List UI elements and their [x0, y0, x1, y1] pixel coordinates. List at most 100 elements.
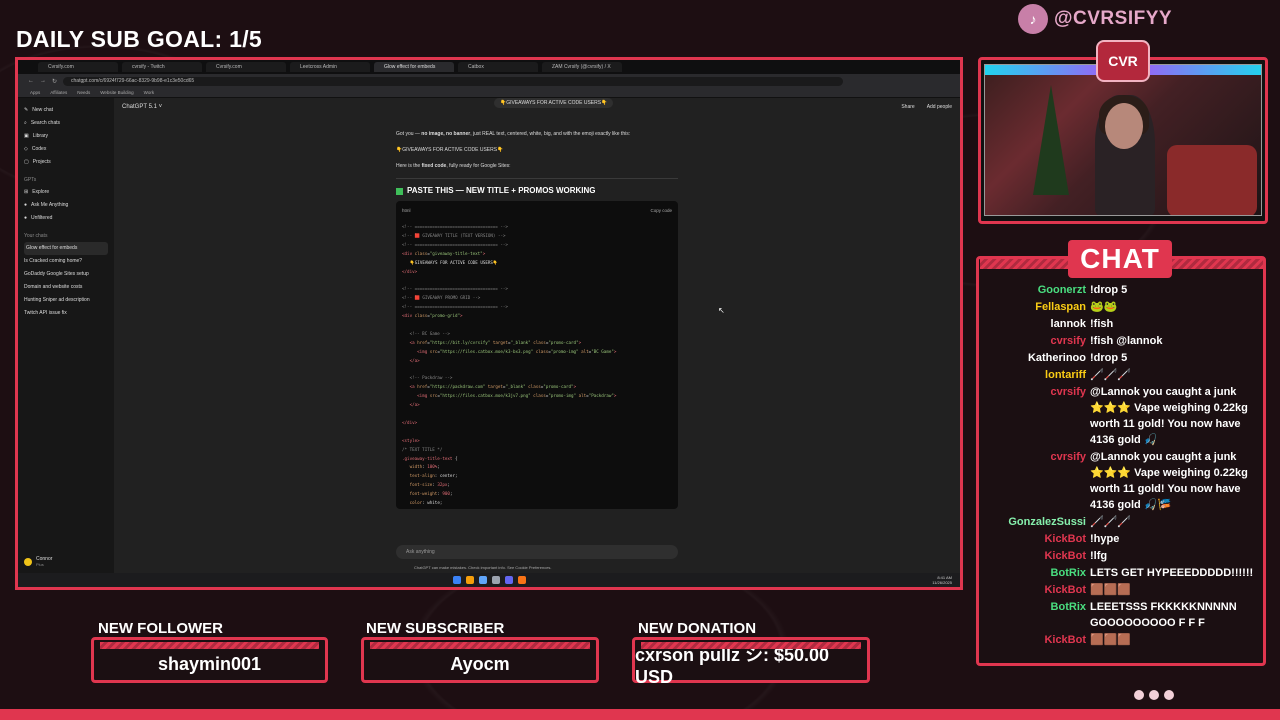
chat-text: 🦯🦯🦯 — [1090, 369, 1132, 381]
chat-messages: Goonerzt !drop 5 Fellaspan 🐸🐸 lannok !fish cvr… — [980, 282, 1264, 654]
browser-tab[interactable]: Catbox — [458, 62, 538, 72]
gaming-chair — [1167, 145, 1257, 215]
chat-username[interactable]: BotRix — [980, 565, 1090, 581]
chat-history-item[interactable]: Is Cracked coming home? — [24, 255, 108, 268]
chevron-down-icon[interactable]: ˅ — [157, 104, 163, 110]
chat-username[interactable]: KickBot — [980, 632, 1090, 648]
browser-tab[interactable]: Cvrsify.com — [38, 62, 118, 72]
chat-message: KickBot 🟫🟫🟫 — [980, 582, 1264, 598]
search-chats-button[interactable]: ⌕ Search chats — [24, 117, 108, 130]
explore-button[interactable]: ⊞ Explore — [24, 186, 108, 199]
text: Got you — — [396, 131, 422, 137]
response-fixed: Here is the fixed code, fully ready for … — [396, 162, 678, 170]
chat-text: !fish @lannok — [1090, 335, 1163, 347]
browser-tab[interactable]: cvrsify - Twitch — [122, 62, 202, 72]
app-icon[interactable] — [517, 576, 526, 584]
follower-name: shaymin001 — [157, 653, 262, 674]
chat-message: cvrsify !fish @lannok — [980, 333, 1264, 349]
chat-username[interactable]: cvrsify — [980, 449, 1090, 513]
clock: 8:41 AM 11/26/2025 — [932, 575, 952, 585]
add-people-button[interactable]: Add people — [927, 104, 952, 110]
chat-text: !hype — [1090, 533, 1120, 545]
bold-text: fixed code — [421, 163, 447, 169]
chat-username[interactable]: Goonerzt — [980, 282, 1090, 298]
chat-message: lontariff 🦯🦯🦯 — [980, 367, 1264, 383]
chat-username[interactable]: cvrsify — [980, 333, 1090, 349]
screen-capture: Cvrsify.com cvrsify - Twitch Cvrsify.com… — [15, 57, 963, 590]
gpt-ask-me-anything[interactable]: ● Ask Me Anything — [24, 199, 108, 212]
library-button[interactable]: ▣ Library — [24, 130, 108, 143]
file-explorer-icon[interactable] — [491, 576, 500, 584]
code-header: html Copy code — [402, 207, 672, 215]
projects-button[interactable]: ▢ Projects — [24, 156, 108, 169]
chat-message: BotRix LETS GET HYPEEEDDDDD!!!!!! — [980, 565, 1264, 581]
follower-label: NEW FOLLOWER — [98, 620, 223, 637]
chat-username[interactable]: Fellaspan — [980, 299, 1090, 315]
bookmark[interactable]: Needs — [77, 90, 90, 95]
forward-icon[interactable]: → — [40, 78, 46, 84]
folder-icon: ▢ — [24, 159, 29, 165]
avatar — [24, 557, 32, 566]
streamer-face — [1105, 103, 1143, 149]
code-language: html — [402, 208, 411, 213]
steam-icon[interactable] — [478, 576, 487, 584]
chrome-icon[interactable] — [465, 576, 474, 584]
chatgpt-app: ✎ New chat ⌕ Search chats ▣ Library ◇ Codex … — [18, 98, 960, 573]
chat-history-item[interactable]: GoDaddy Google Sites setup — [24, 268, 108, 281]
chat-username[interactable]: KickBot — [980, 548, 1090, 564]
codex-icon: ◇ — [24, 146, 28, 152]
bookmark[interactable]: Affiliates — [50, 90, 67, 95]
chat-history-item[interactable]: Glow effect for embeds — [24, 242, 108, 255]
back-icon[interactable]: ← — [28, 78, 34, 84]
new-chat-button[interactable]: ✎ New chat — [24, 104, 108, 117]
bookmark[interactable]: Work — [144, 90, 154, 95]
chat-text: 🐸🐸 — [1090, 301, 1118, 313]
chat-username[interactable]: KickBot — [980, 582, 1090, 598]
browser-tab[interactable]: ZAM Cvrsify (@cvrsify) / X — [542, 62, 622, 72]
chat-username[interactable]: lannok — [980, 316, 1090, 332]
chat-username[interactable]: KickBot — [980, 531, 1090, 547]
gpt-label: Ask Me Anything — [31, 202, 69, 208]
emoji-line: 👇GIVEAWAYS FOR ACTIVE CODE USERS👇 — [396, 147, 504, 153]
copy-code-button[interactable]: Copy code — [650, 207, 672, 215]
codex-button[interactable]: ◇ Codex — [24, 143, 108, 156]
bold-text: no image, no banner — [421, 131, 471, 137]
chat-history-item[interactable]: Twitch API issue fix — [24, 307, 108, 320]
browser-tab[interactable]: Leetcross Admin — [290, 62, 370, 72]
chat-message: lannok !fish — [980, 316, 1264, 332]
chat-username[interactable]: Katherinoo — [980, 350, 1090, 366]
browser-tab[interactable]: Cvrsify.com — [206, 62, 286, 72]
assistant-response: Got you — no image, no banner, just REAL… — [396, 130, 678, 509]
chat-username[interactable]: BotRix — [980, 599, 1090, 631]
bookmark[interactable]: Website Building — [100, 90, 133, 95]
webcam-feed — [984, 64, 1262, 216]
library-label: Library — [32, 133, 49, 139]
browser-tab-active[interactable]: Glow effect for embeds — [374, 62, 454, 72]
windows-start-icon[interactable] — [452, 576, 461, 584]
chat-main: ChatGPT 5.1 ˅ Share Add people 👇GIVEAWAY… — [114, 98, 960, 573]
projects-label: Projects — [32, 159, 51, 165]
discord-icon[interactable] — [504, 576, 513, 584]
donation-box: cxrson pullz シ: $50.00 USD — [632, 637, 870, 687]
chat-history-item[interactable]: Hunting Sniper ad description — [24, 294, 108, 307]
bottom-strip — [0, 709, 1280, 720]
chat-username[interactable]: GonzalezSussi — [980, 514, 1090, 530]
prompt-input[interactable]: Ask anything — [396, 545, 678, 559]
chat-username[interactable]: cvrsify — [980, 384, 1090, 448]
search-icon: ⌕ — [24, 120, 27, 126]
windows-taskbar: 8:41 AM 11/26/2025 — [18, 573, 960, 587]
search-label: Search chats — [30, 120, 60, 126]
user-profile[interactable]: Connor Plus — [24, 556, 52, 567]
chat-history-item[interactable]: Domain and website costs — [24, 281, 108, 294]
follower-box: shaymin001 — [91, 637, 328, 683]
model-selector[interactable]: ChatGPT 5.1 — [122, 104, 157, 110]
chat-text: !lfg — [1090, 550, 1108, 562]
share-button[interactable]: Share — [901, 104, 914, 110]
url-field[interactable]: chatgpt.com/c/6924f729-66ac-8329-9b98-e1… — [63, 76, 844, 86]
chat-text: LEEETSSS FKKKKKNNNNN GOOOOOOOOO F F F — [1090, 601, 1237, 629]
reload-icon[interactable]: ↻ — [52, 78, 57, 85]
response-heading: PASTE THIS — NEW TITLE + PROMOS WORKING — [396, 187, 678, 195]
chat-username[interactable]: lontariff — [980, 367, 1090, 383]
bookmark[interactable]: Apps — [30, 90, 40, 95]
gpt-unfiltered[interactable]: ● Unfiltered — [24, 212, 108, 225]
